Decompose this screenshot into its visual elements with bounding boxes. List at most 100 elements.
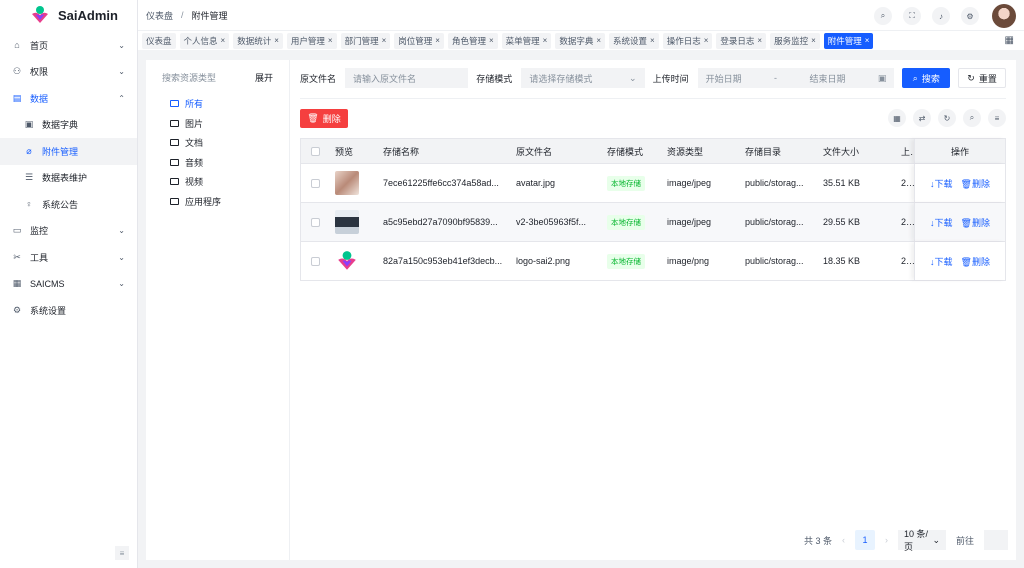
tab-departments[interactable]: 部门管理 × [340,32,391,49]
close-icon[interactable]: × [704,36,709,45]
table-header: 预览 存储名称 原文件名 存储模式 资源类型 存储目录 文件大小 上传 操作 [301,139,1005,163]
search-icon[interactable]: ⌕ [874,7,892,25]
avatar[interactable] [992,4,1016,28]
close-icon[interactable]: × [435,36,440,45]
select-all-checkbox[interactable] [310,146,320,156]
orig-filename-input[interactable]: 请输入原文件名 [345,68,469,88]
jump-page-input[interactable] [984,530,1008,550]
sidebar-item-permission[interactable]: ⚇ 权限 ⌄ [0,59,137,86]
row-checkbox[interactable] [310,217,320,227]
tab-label: 部门管理 [344,35,379,46]
collapse-sidebar-icon[interactable]: ≡ [115,546,129,560]
tree-item-label: 图片 [185,118,204,129]
sidebar-item-saicms[interactable]: ▦ SAICMS ⌄ [0,271,137,298]
thumbnail-image[interactable] [335,249,359,273]
folder-icon [170,139,179,147]
close-icon[interactable]: × [328,36,333,45]
sidebar-item-settings[interactable]: ⚙ 系统设置 [0,297,137,324]
thumbnail-image[interactable] [335,171,359,195]
storage-mode-select[interactable]: 请选择存储模式 ⌄ [521,68,645,88]
gear-icon[interactable]: ⚙ [961,7,979,25]
tab-users[interactable]: 用户管理 × [286,32,337,49]
close-icon[interactable]: × [543,36,548,45]
close-icon[interactable]: × [596,36,601,45]
tree-item-image[interactable]: 图片 [170,114,279,134]
header-storage-name: 存储名称 [383,146,420,157]
search-button[interactable]: ⌕ 搜索 [902,68,951,88]
delete-link[interactable]: 🗑删除 [961,216,990,229]
fullscreen-icon[interactable]: ⛶ [903,7,921,25]
close-icon[interactable]: × [489,36,494,45]
tabs-menu-icon[interactable]: ▦ [1005,35,1014,46]
orig-name-cell: avatar.jpg [516,178,556,188]
tab-profile[interactable]: 个人信息 × [179,32,230,49]
tab-dashboard[interactable]: 仪表盘 [142,32,176,49]
tab-login-log[interactable]: 登录日志 × [716,32,767,49]
sidebar-item-monitor[interactable]: ▭ 监控 ⌄ [0,218,137,245]
next-page-button[interactable]: › [885,535,888,545]
sidebar-item-dictionary[interactable]: ▣ 数据字典 [0,112,137,139]
tab-settings[interactable]: 系统设置 × [609,32,659,49]
download-link[interactable]: ↓下载 [930,177,953,190]
sidebar-item-data[interactable]: ▤ 数据 ⌃ [0,85,137,112]
tree-item-application[interactable]: 应用程序 [170,192,279,212]
tree-expand-button[interactable]: 展开 [255,71,273,84]
reset-icon: ↻ [967,72,975,83]
close-icon[interactable]: × [221,36,226,45]
app-logo[interactable]: SaiAdmin [0,0,137,30]
upload-time-range[interactable]: 开始日期 - 结束日期 ▣ [697,68,895,88]
tab-label: 菜单管理 [505,35,540,46]
tree-item-audio[interactable]: 音频 [170,153,279,173]
tab-positions[interactable]: 岗位管理 × [394,32,444,49]
sidebar-item-tools[interactable]: ✂ 工具 ⌄ [0,244,137,271]
sidebar-item-home[interactable]: ⌂ 首页 ⌄ [0,32,137,59]
search-toggle-icon[interactable]: ⌕ [963,109,981,127]
chevron-up-icon: ⌃ [118,93,125,103]
tree-item-all[interactable]: 所有 [170,94,279,114]
tree-search-input[interactable]: 搜索资源类型 [162,71,216,84]
tab-roles[interactable]: 角色管理 × [447,32,498,49]
sidebar-item-attachments[interactable]: ⌀ 附件管理 [0,138,137,165]
storage-dir-cell: public/storag... [745,256,804,266]
breadcrumb-home[interactable]: 仪表盘 [146,9,173,22]
delete-button[interactable]: 🗑 删除 [300,109,348,128]
close-icon[interactable]: × [865,36,870,45]
close-icon[interactable]: × [757,36,762,45]
swap-icon[interactable]: ⇄ [913,109,931,127]
bell-icon[interactable]: ♪ [932,7,950,25]
start-date-input[interactable]: 开始日期 [706,72,742,85]
density-icon[interactable]: ≡ [988,109,1006,127]
tab-menus[interactable]: 菜单管理 × [501,32,552,49]
column-settings-icon[interactable]: ▦ [888,109,906,127]
close-icon[interactable]: × [382,36,387,45]
reset-button-label: 重置 [978,73,997,84]
tab-server-monitor[interactable]: 服务监控 × [770,32,820,49]
row-checkbox[interactable] [310,256,320,266]
end-date-input[interactable]: 结束日期 [809,72,845,85]
refresh-icon[interactable]: ↻ [938,109,956,127]
delete-link[interactable]: 🗑删除 [961,177,990,190]
delete-link[interactable]: 🗑删除 [961,255,990,268]
logo-thumbnail-icon [338,251,356,270]
sidebar-menu: ⌂ 首页 ⌄ ⚇ 权限 ⌄ ▤ 数据 ⌃ ▣ 数据字典 ⌀ 附件管理 ☰ 数据表… [0,32,137,324]
tab-statistics[interactable]: 数据统计 × [233,32,283,49]
page-size-select[interactable]: 10 条/页 ⌄ [897,529,946,552]
reset-button[interactable]: ↻ 重置 [958,68,1006,88]
download-link[interactable]: ↓下载 [930,255,953,268]
close-icon[interactable]: × [274,36,279,45]
sidebar-item-database[interactable]: ☰ 数据表维护 [0,165,137,192]
thumbnail-image[interactable] [335,210,359,234]
chevron-down-icon: ⌄ [629,72,637,83]
tab-dictionary[interactable]: 数据字典 × [555,32,606,49]
close-icon[interactable]: × [650,36,655,45]
row-checkbox[interactable] [310,178,320,188]
close-icon[interactable]: × [811,36,816,45]
tree-item-document[interactable]: 文档 [170,133,279,153]
tab-operation-log[interactable]: 操作日志 × [662,32,713,49]
tree-item-video[interactable]: 视频 [170,172,279,192]
sidebar-item-notice[interactable]: ♀ 系统公告 [0,191,137,218]
page-number-button[interactable]: 1 [854,530,875,550]
tab-attachments[interactable]: 附件管理 × [823,32,874,49]
download-link[interactable]: ↓下载 [930,216,953,229]
prev-page-button[interactable]: ‹ [842,535,845,545]
